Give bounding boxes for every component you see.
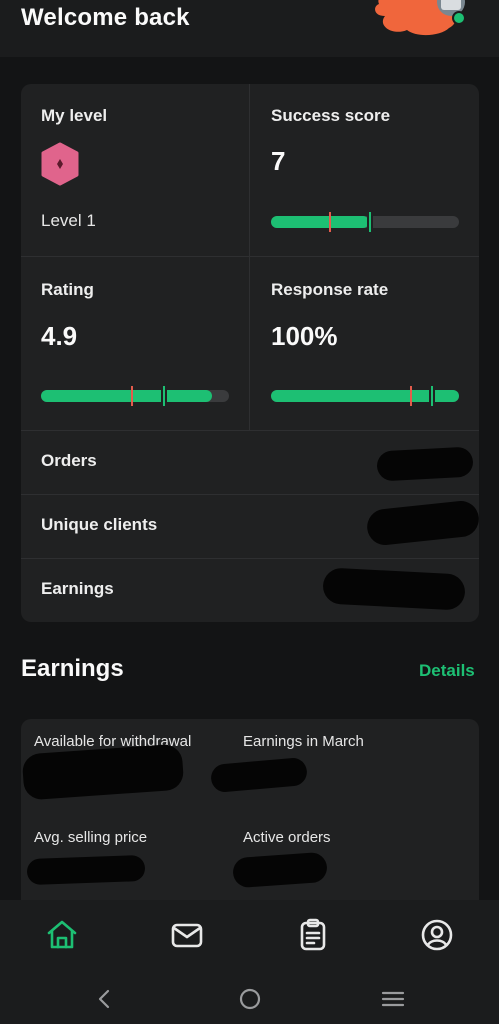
earnings-row[interactable]: Earnings (21, 559, 479, 622)
response-rate-value: 100% (271, 321, 338, 351)
current-marker (431, 386, 433, 406)
rating-cell[interactable]: Rating 4.9 (21, 257, 249, 430)
level-badge-icon (41, 142, 79, 186)
home-icon[interactable] (45, 918, 79, 952)
unique-clients-row[interactable]: Unique clients (21, 495, 479, 559)
unique-clients-label: Unique clients (41, 515, 158, 534)
redacted-value (376, 446, 474, 482)
threshold-marker (410, 386, 412, 406)
redacted-value (365, 499, 479, 547)
success-score-cell[interactable]: Success score 7 (250, 84, 479, 256)
bottom-navigation (0, 900, 499, 1024)
current-marker (163, 386, 165, 406)
my-level-cell[interactable]: My level Level 1 (21, 84, 249, 256)
inbox-icon[interactable] (170, 918, 204, 952)
redacted-value (21, 743, 185, 801)
top-header: Welcome back (0, 0, 499, 57)
current-marker (369, 212, 371, 232)
earnings-row-label: Earnings (41, 579, 114, 598)
rating-value: 4.9 (41, 321, 78, 351)
response-rate-label: Response rate (271, 280, 389, 299)
response-rate-cell[interactable]: Response rate 100% (250, 257, 479, 430)
redacted-value (26, 854, 146, 886)
success-score-value: 7 (271, 146, 286, 176)
orders-row[interactable]: Orders (21, 431, 479, 495)
details-link[interactable]: Details (419, 661, 475, 681)
orders-icon[interactable] (296, 918, 330, 952)
profile-icon[interactable] (420, 918, 454, 952)
orders-label: Orders (41, 451, 97, 470)
page-title: Welcome back (21, 4, 190, 31)
stats-card: My level Level 1 Success score 7 Rating … (21, 84, 479, 622)
redacted-value (232, 851, 328, 889)
earnings-card: Available for withdrawal Earnings in Mar… (21, 719, 479, 919)
rating-label: Rating (41, 280, 94, 299)
back-icon[interactable] (92, 986, 118, 1012)
response-rate-bar (271, 386, 459, 406)
threshold-marker (131, 386, 133, 406)
avatar[interactable] (371, 0, 471, 38)
redacted-value (209, 756, 309, 794)
avg-selling-price-label: Avg. selling price (34, 829, 148, 846)
level-text: Level 1 (41, 211, 96, 230)
earnings-in-march-label: Earnings in March (243, 733, 364, 750)
earnings-section-title: Earnings (21, 655, 124, 682)
threshold-marker (329, 212, 331, 232)
my-level-label: My level (41, 106, 108, 125)
success-score-label: Success score (271, 106, 391, 125)
redacted-value (322, 567, 466, 611)
recents-icon[interactable] (380, 986, 406, 1012)
success-score-bar (271, 212, 459, 232)
home-circle-icon[interactable] (237, 986, 263, 1012)
rating-bar (41, 386, 229, 406)
active-orders-label: Active orders (243, 829, 331, 846)
